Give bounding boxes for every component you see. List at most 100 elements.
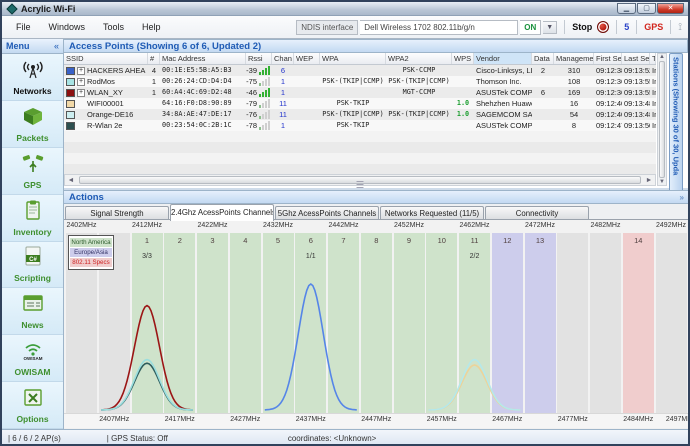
sidebar-item-inventory[interactable]: Inventory <box>2 195 63 242</box>
tab-5ghz-acesspoints-channels[interactable]: 5Ghz AcessPoints Channels <box>275 206 379 219</box>
sidebar-item-packets[interactable]: Packets <box>2 101 63 148</box>
column-header-wep[interactable]: WEP <box>294 53 320 64</box>
cell-wps <box>452 87 474 98</box>
sidebar-item-owisam[interactable]: OWISAMOWISAM <box>2 335 63 382</box>
cell-first: 09:12:40 <box>594 109 622 120</box>
menu-windows[interactable]: Windows <box>41 19 94 35</box>
cell-management: 54 <box>554 109 594 120</box>
menu-file[interactable]: File <box>8 19 39 35</box>
packet-count-badge: 5 <box>624 22 629 32</box>
cell-num <box>148 98 160 109</box>
channel-band-9: 9 <box>394 233 425 413</box>
legend-item: Europe/Asia <box>70 248 112 257</box>
table-row[interactable]: R-Wlan 2e00:23:54:0C:2B:1C-781PSK-TKIPAS… <box>64 120 656 131</box>
cell-mac: 00:26:24:CD:D4:D4 <box>160 76 246 87</box>
scroll-left-icon[interactable]: ◄ <box>65 177 77 184</box>
cell-wep <box>294 98 320 109</box>
scroll-down-icon[interactable]: ▼ <box>659 179 665 185</box>
rssi-value: -78 <box>246 120 257 131</box>
menu-help[interactable]: Help <box>134 19 169 35</box>
sidebar-title: Menu <box>6 41 30 51</box>
channel-band-11: 112/2 <box>459 233 490 413</box>
sidebar-item-networks[interactable]: Networks <box>2 54 63 101</box>
expand-icon[interactable]: + <box>77 67 85 75</box>
column-header-wps[interactable]: WPS <box>452 53 474 64</box>
column-header--[interactable]: # <box>148 53 160 64</box>
stations-collapsed-tab[interactable]: Stations (Showing 30 of 30, Upda » <box>669 53 683 201</box>
cell-mac: 64:16:F0:D8:90:89 <box>160 98 246 109</box>
maximize-button[interactable]: ▢ <box>637 3 656 14</box>
freq-tick-label: 2442MHz <box>329 222 359 229</box>
gps-button[interactable]: GPS <box>644 22 663 32</box>
collapse-left-icon[interactable]: « <box>54 41 59 51</box>
cell-mac: 60:A4:4C:69:D2:48 <box>160 87 246 98</box>
ssid-color-swatch <box>66 111 75 119</box>
tab-2-4ghz-acesspoints-channels[interactable]: 2.4Ghz AcessPoints Channels <box>170 204 274 221</box>
channel-number: 2 <box>164 236 195 245</box>
column-header-t[interactable]: T <box>650 53 656 64</box>
expand-icon[interactable]: + <box>77 89 85 97</box>
scrollbar-thumb[interactable] <box>79 176 641 184</box>
column-header-wpa[interactable]: WPA <box>320 53 386 64</box>
expand-icon[interactable]: + <box>77 78 85 86</box>
freq-tick-label: 2452MHz <box>394 222 424 229</box>
scroll-right-icon[interactable]: ► <box>643 177 655 184</box>
freq-tick-label: 2472MHz <box>525 222 555 229</box>
tab-signal-strength[interactable]: Signal Strength <box>65 206 169 219</box>
stop-button-label: Stop <box>572 22 592 32</box>
minimize-button[interactable]: ▁ <box>617 3 636 14</box>
column-header-mac-address[interactable]: Mac Address <box>160 53 246 64</box>
signal-bars-icon <box>259 121 270 130</box>
ssid-cell: +HACKERS AHEAD <box>64 65 148 76</box>
cell-management: 310 <box>554 65 594 76</box>
collapse-panel-icon[interactable]: » <box>680 193 684 202</box>
scrollbar-thumb[interactable] <box>659 61 665 178</box>
actions-title: Actions <box>69 192 104 203</box>
tab-connectivity[interactable]: Connectivity <box>485 206 589 219</box>
freq-tick-label: 2437MHz <box>296 416 326 423</box>
cell-vendor: ASUSTek COMPUT <box>474 87 532 98</box>
signal-bars-icon <box>259 77 270 86</box>
column-header-last-seen[interactable]: Last Seen <box>622 53 650 64</box>
cell-vendor: ASUSTek COMPUT <box>474 120 532 131</box>
cell-data <box>532 76 554 87</box>
table-row[interactable]: Orange-DE1634:8A:AE:47:DE:17-7611PSK-(TK… <box>64 109 656 120</box>
column-header-rssi[interactable]: Rssi <box>246 53 272 64</box>
sidebar-item-label: OWISAM <box>15 367 51 377</box>
chevron-down-icon[interactable]: ▼ <box>543 21 557 34</box>
menu-tools[interactable]: Tools <box>95 19 132 35</box>
ssid-cell: Orange-DE16 <box>64 109 148 120</box>
interface-combobox[interactable]: Dell Wireless 1702 802.11b/g/n <box>360 20 518 35</box>
ssid-label: R-Wlan 2e <box>87 120 122 131</box>
close-button[interactable]: ✕ <box>657 3 684 14</box>
sidebar-item-news[interactable]: News <box>2 288 63 335</box>
horizontal-scrollbar[interactable]: ◄ ► <box>64 174 656 186</box>
monitor-on-toggle[interactable]: ON <box>520 20 541 35</box>
column-header-management[interactable]: Management <box>554 53 594 64</box>
sidebar-item-options[interactable]: Options <box>2 382 63 429</box>
sidebar-header[interactable]: Menu « <box>2 39 63 54</box>
app-icon <box>6 3 17 14</box>
column-header-first-seen[interactable]: First Seen <box>594 53 622 64</box>
column-header-wpa2[interactable]: WPA2 <box>386 53 452 64</box>
table-row[interactable]: +HACKERS AHEAD400:1E:E5:5B:A5:B3-396PSK-… <box>64 65 656 76</box>
vertical-scrollbar[interactable]: ▲ ▼ <box>657 53 667 186</box>
column-header-data[interactable]: Data <box>532 53 554 64</box>
ssid-label: WIFI00001 <box>87 98 124 109</box>
sidebar-item-gps[interactable]: GPS <box>2 148 63 195</box>
table-row[interactable]: +WLAN_XY160:A4:4C:69:D2:48-461MGT-CCMPAS… <box>64 87 656 98</box>
table-row[interactable]: WIFI0000164:16:F0:D8:90:89-7911PSK-TKIP1… <box>64 98 656 109</box>
table-row[interactable]: +RodMos100:26:24:CD:D4:D4-751PSK-(TKIP|C… <box>64 76 656 87</box>
freq-tick-label: 2457MHz <box>427 416 457 423</box>
column-header-ssid[interactable]: SSID <box>64 53 148 64</box>
channel-number: 7 <box>328 236 359 245</box>
scroll-up-icon[interactable]: ▲ <box>659 54 665 60</box>
tab-networks-requested-11-5-[interactable]: Networks Requested (11/5) <box>380 206 484 219</box>
stop-record-icon[interactable] <box>597 21 609 33</box>
ssid-cell: R-Wlan 2e <box>64 120 148 131</box>
cell-rssi: -79 <box>246 98 272 109</box>
column-header-chan[interactable]: Chan <box>272 53 294 64</box>
ssid-color-swatch <box>66 67 75 75</box>
column-header-vendor[interactable]: Vendor <box>474 53 532 64</box>
sidebar-item-scripting[interactable]: C#Scripting <box>2 242 63 289</box>
